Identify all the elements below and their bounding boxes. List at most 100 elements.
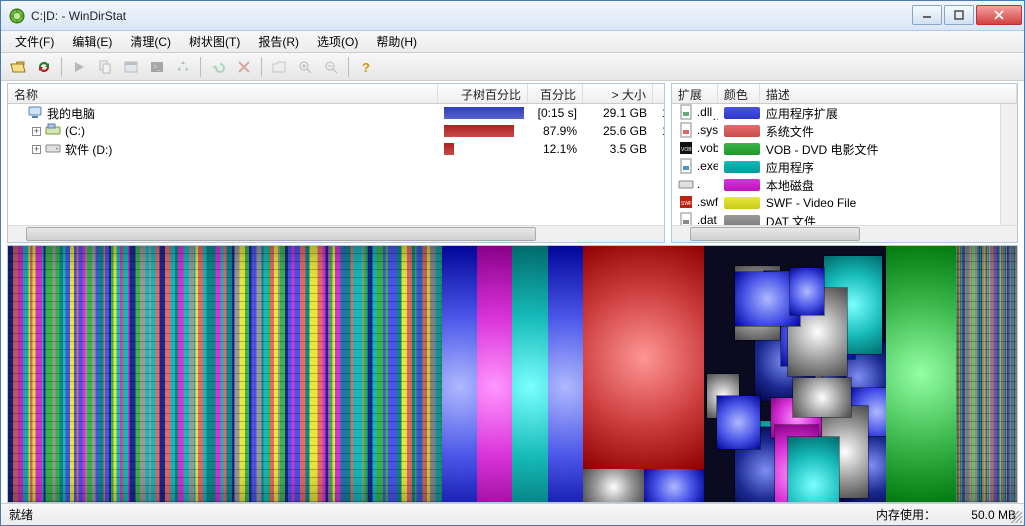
help-icon: ? <box>358 59 374 75</box>
tree-scrollbar-h[interactable] <box>8 225 664 242</box>
treemap-region[interactable] <box>583 246 704 469</box>
menu-treemap[interactable]: 树状图(T) <box>181 31 248 52</box>
folder-icon <box>271 59 287 75</box>
color-cell <box>718 161 760 173</box>
pct-cell: [0:15 s] <box>528 106 583 120</box>
menu-options[interactable]: 选项(O) <box>309 31 366 52</box>
explorer-icon <box>123 59 139 75</box>
scrollbar-thumb[interactable] <box>690 227 860 241</box>
ext-cell: .dat <box>672 212 718 226</box>
row-name: 我的电脑 <box>47 105 95 122</box>
col-percent[interactable]: 百分比 <box>528 84 583 103</box>
tree-rows[interactable]: 我的电脑[0:15 s]29.1 GB134,5...11+(C:)87.9%2… <box>8 104 664 225</box>
ext-rows[interactable]: .dll应用程序扩展.sys系统文件VOB.vobVOB - DVD 电影文件.… <box>672 104 1000 225</box>
maximize-icon <box>954 10 964 20</box>
close-icon <box>994 10 1004 20</box>
x-icon <box>236 59 252 75</box>
ext-row[interactable]: .dll应用程序扩展 <box>672 104 1000 122</box>
help-button[interactable]: ? <box>355 56 377 78</box>
svg-text:SWF: SWF <box>681 201 692 207</box>
treemap-region[interactable] <box>704 246 886 502</box>
items-cell: 134,5... <box>653 106 664 120</box>
refresh-button[interactable] <box>33 56 55 78</box>
ext-row[interactable]: SWF.swf SWF - Video File <box>672 194 1000 212</box>
titlebar[interactable]: C:|D: - WinDirStat <box>1 1 1024 31</box>
recycle-button <box>172 56 194 78</box>
desc-cell: 应用程序扩展 <box>760 105 1000 122</box>
menu-report[interactable]: 报告(R) <box>250 31 307 52</box>
folder-open-icon <box>10 59 26 75</box>
new-folder-button <box>268 56 290 78</box>
copy-button <box>94 56 116 78</box>
menu-help[interactable]: 帮助(H) <box>368 31 425 52</box>
col-size[interactable]: > 大小 <box>583 84 653 103</box>
subtree-bar <box>438 125 528 137</box>
row-name: 软件 (D:) <box>65 141 112 158</box>
tree-header-row: 名称 子树百分比 百分比 > 大小 项目 <box>8 84 664 104</box>
menubar: 文件(F) 编辑(E) 清理(C) 树状图(T) 报告(R) 选项(O) 帮助(… <box>1 31 1024 53</box>
menu-edit[interactable]: 编辑(E) <box>64 31 120 52</box>
explorer-button <box>120 56 142 78</box>
col-color[interactable]: 颜色 <box>718 84 760 103</box>
undo-button <box>207 56 229 78</box>
col-desc[interactable]: 描述 <box>760 84 1017 103</box>
minimize-button[interactable] <box>912 5 942 25</box>
subtree-bar <box>438 107 528 119</box>
top-panes: 名称 子树百分比 百分比 > 大小 项目 我的电脑 [0:15 s]29.1 GB… <box>7 83 1018 243</box>
desc-cell: 应用程序 <box>760 159 1000 176</box>
expand-toggle[interactable]: + <box>32 127 41 136</box>
treemap-region[interactable] <box>886 246 957 502</box>
ext-row[interactable]: VOB.vobVOB - DVD 电影文件 <box>672 140 1000 158</box>
desc-cell: SWF - Video File <box>760 196 1000 210</box>
size-cell: 25.6 GB <box>583 124 653 138</box>
pct-cell: 87.9% <box>528 124 583 138</box>
tree-row[interactable]: +软件 (D:)12.1%3.5 GB2,2302 <box>8 140 664 158</box>
ext-cell: .sys <box>672 122 718 141</box>
desc-cell: 本地磁盘 <box>760 177 1000 194</box>
row-icon <box>45 140 61 159</box>
desc-cell: DAT 文件 <box>760 213 1000 226</box>
menu-file[interactable]: 文件(F) <box>7 31 62 52</box>
toolbar-separator <box>200 57 201 77</box>
resize-grip[interactable] <box>1010 511 1022 523</box>
pct-cell: 12.1% <box>528 142 583 156</box>
ext-cell: SWF.swf <box>672 194 718 213</box>
row-icon <box>27 104 43 123</box>
col-name[interactable]: 名称 <box>8 84 438 103</box>
ext-row[interactable]: .exe 应用程序 <box>672 158 1000 176</box>
ext-cell: .exe <box>672 158 718 177</box>
app-window: C:|D: - WinDirStat 文件(F) 编辑(E) 清理(C) 树状图… <box>0 0 1025 526</box>
treemap-region[interactable] <box>8 246 442 502</box>
menu-cleanup[interactable]: 清理(C) <box>122 31 179 52</box>
refresh-icon <box>36 59 52 75</box>
ext-row[interactable]: .dat DAT 文件 <box>672 212 1000 225</box>
scrollbar-thumb[interactable] <box>26 227 536 241</box>
expand-toggle[interactable]: + <box>32 145 41 154</box>
tree-row[interactable]: 我的电脑[0:15 s]29.1 GB134,5...11 <box>8 104 664 122</box>
ext-scrollbar-h[interactable] <box>672 225 1017 242</box>
color-cell <box>718 215 760 225</box>
row-icon <box>45 122 61 141</box>
size-cell: 29.1 GB <box>583 106 653 120</box>
close-button[interactable] <box>976 5 1022 25</box>
treemap-region[interactable] <box>442 246 583 502</box>
extension-pane: 扩展 颜色 描述 .dll应用程序扩展.sys系统文件VOB.vobVOB - … <box>671 83 1018 243</box>
open-button[interactable] <box>7 56 29 78</box>
treemap-region[interactable] <box>956 246 1017 502</box>
ext-header-row: 扩展 颜色 描述 <box>672 84 1017 104</box>
ext-scrollbar-v[interactable] <box>1000 104 1017 225</box>
color-cell <box>718 143 760 155</box>
window-title: C:|D: - WinDirStat <box>31 9 912 23</box>
desc-cell: VOB - DVD 电影文件 <box>760 141 1000 158</box>
tree-name-cell: +(C:) <box>8 122 438 141</box>
col-subtree[interactable]: 子树百分比 <box>438 84 528 103</box>
ext-row[interactable]: .sys系统文件 <box>672 122 1000 140</box>
col-ext[interactable]: 扩展 <box>672 84 718 103</box>
color-cell <box>718 197 760 209</box>
ext-row[interactable]: .本地磁盘 <box>672 176 1000 194</box>
treemap-region[interactable] <box>583 469 704 502</box>
treemap[interactable] <box>7 245 1018 503</box>
zoom-out-button <box>320 56 342 78</box>
tree-row[interactable]: +(C:)87.9%25.6 GB132,2...10 <box>8 122 664 140</box>
maximize-button[interactable] <box>944 5 974 25</box>
